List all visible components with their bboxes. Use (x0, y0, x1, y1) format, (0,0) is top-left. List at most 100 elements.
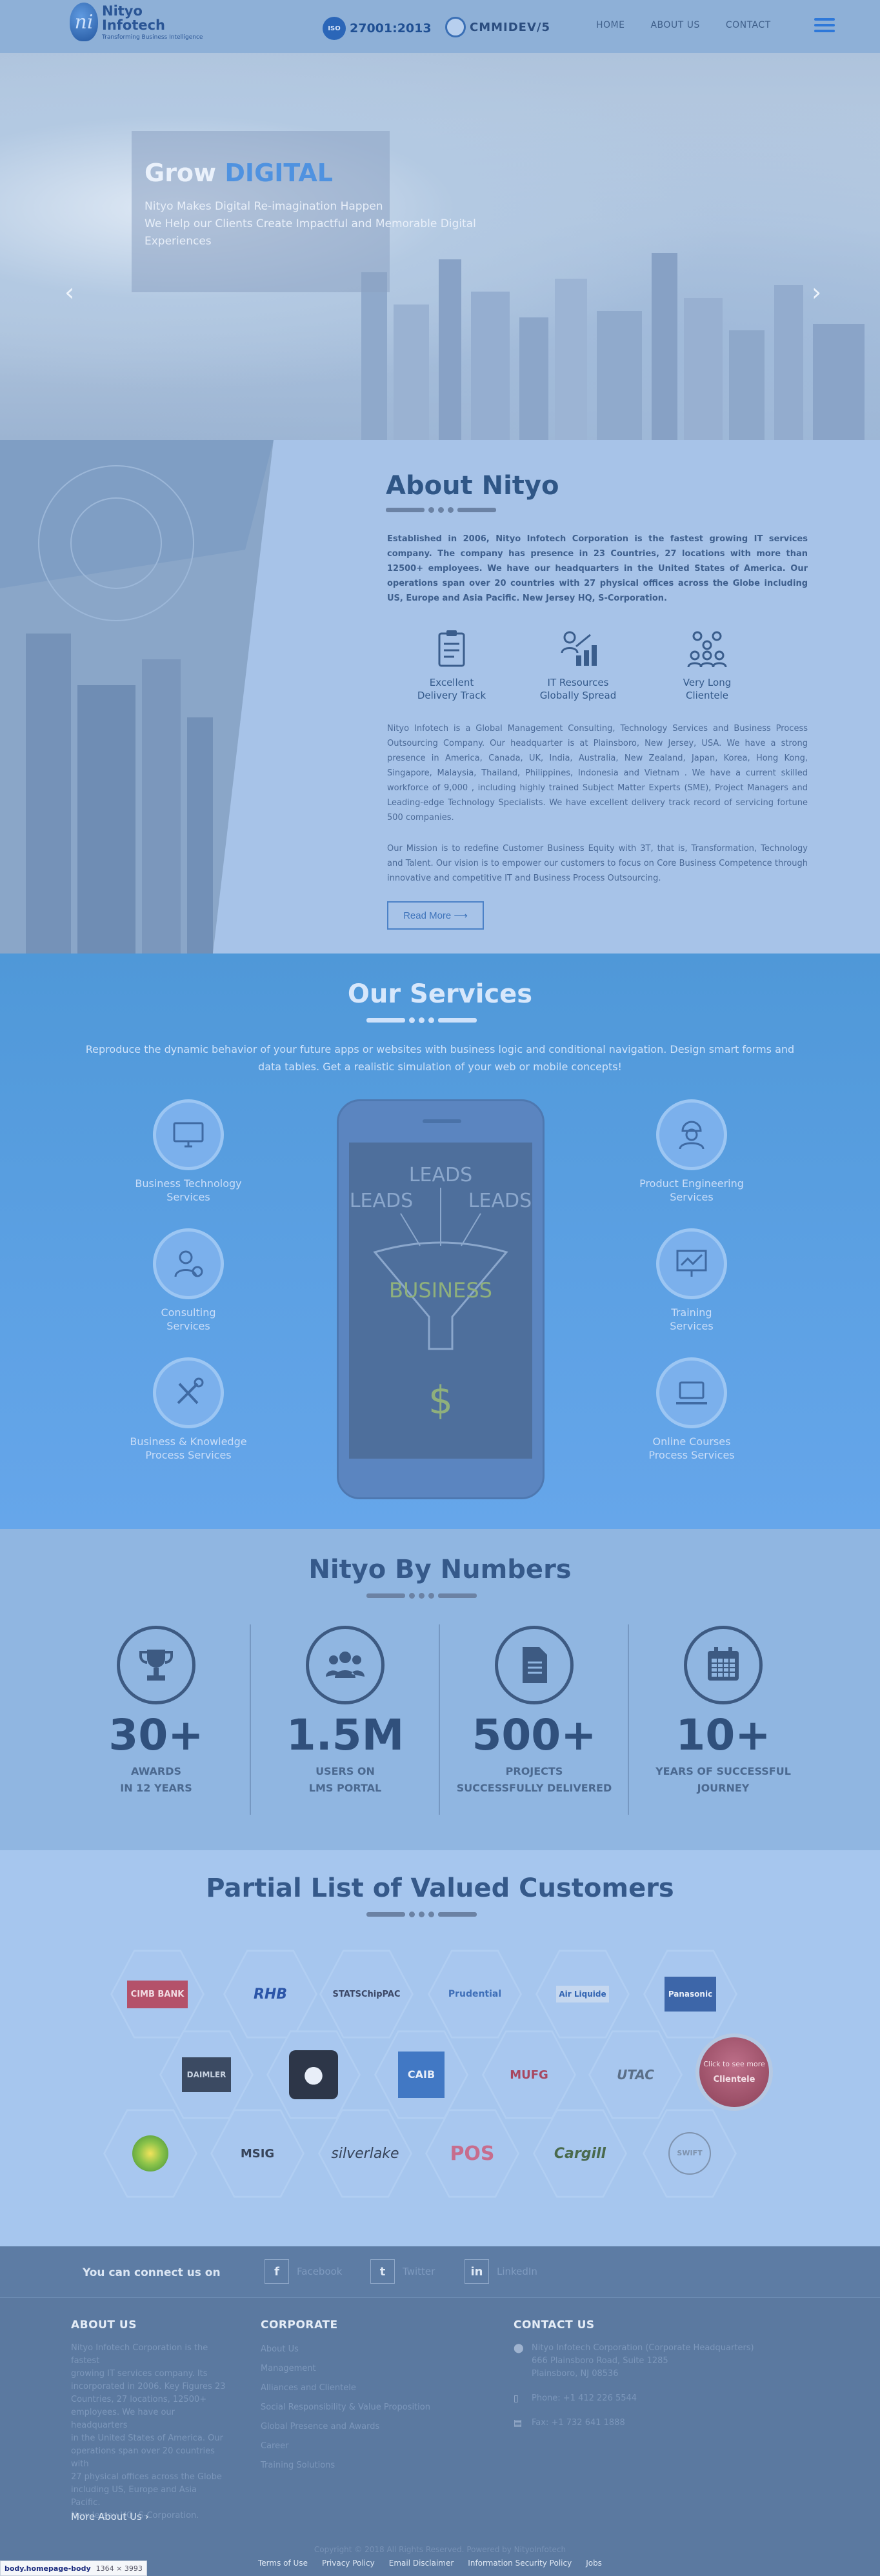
terms-of-use-link[interactable]: Terms of Use (258, 2559, 308, 2568)
footer-link-career[interactable]: Career (261, 2441, 288, 2451)
iso-badge-icon: ISO (323, 17, 346, 40)
slider-prev-arrow-icon[interactable]: ‹ (65, 280, 74, 305)
phone-screen: LEADS LEADS LEADS BUSINESS $ (349, 1143, 532, 1459)
footer-link-about-us[interactable]: About Us (261, 2344, 299, 2354)
business-text: BUSINESS (389, 1278, 492, 1303)
document-icon (495, 1626, 574, 1704)
service-business-knowledge[interactable]: Business & Knowledge Process Services (124, 1357, 253, 1462)
people-group-icon (687, 631, 727, 668)
clipboard-icon (438, 630, 465, 667)
phone-illustration: LEADS LEADS LEADS BUSINESS $ (337, 1099, 545, 1499)
numbers-divider (366, 1593, 477, 1599)
customers-divider (366, 1912, 477, 1917)
footer-phone: ▯ Phone: +1 412 226 5544 (514, 2393, 637, 2404)
services-section: Our Services Reproduce the dynamic behav… (0, 954, 880, 1529)
about-section: About Nityo Established in 2006, Nityo I… (0, 440, 880, 954)
about-divider (386, 507, 496, 513)
numbers-title: Nityo By Numbers (308, 1555, 572, 1584)
stat-users: 1.5M USERS ON LMS PORTAL (252, 1626, 439, 1795)
nityo-logo[interactable]: ni Nityo Infotech Transforming Business … (70, 3, 203, 41)
stat-value: 10+ (675, 1710, 771, 1760)
nav-contact[interactable]: CONTACT (726, 20, 771, 30)
slider-next-arrow-icon[interactable]: › (812, 280, 821, 305)
services-subtitle: Reproduce the dynamic behavior of your f… (85, 1043, 795, 1073)
logo-name-1: Nityo (102, 3, 143, 19)
apple-icon: ● (289, 2050, 338, 2099)
service-business-technology[interactable]: Business Technology Services (124, 1099, 253, 1204)
service-training[interactable]: Training Services (627, 1228, 756, 1333)
feature-it-resources: IT Resources Globally Spread (526, 627, 630, 702)
about-title: About Nityo (386, 471, 559, 501)
growth-chart-icon (561, 631, 597, 666)
logo-mark-icon: ni (70, 3, 98, 41)
stat-value: 500+ (472, 1710, 597, 1760)
nav-about-us[interactable]: ABOUT US (650, 20, 699, 30)
dollar-icon: $ (428, 1378, 453, 1423)
email-disclaimer-link[interactable]: Email Disclaimer (389, 2559, 454, 2568)
cmmi-badge-icon (445, 17, 466, 37)
numbers-section: Nityo By Numbers 30+ AWARDS IN 12 YEARS … (0, 1529, 880, 1850)
presentation-icon (656, 1228, 727, 1299)
footer-about-text: Nityo Infotech Corporation is the fastes… (71, 2343, 226, 2521)
twitter-icon: t (370, 2259, 395, 2284)
iso-text: 27001:2013 (350, 21, 432, 35)
stat-awards: 30+ AWARDS IN 12 YEARS (63, 1626, 250, 1795)
hero-title: Grow DIGITAL (145, 159, 333, 187)
footer-link-training-solutions[interactable]: Training Solutions (261, 2461, 335, 2470)
leads-text-right: LEADS (468, 1190, 532, 1212)
service-online-courses[interactable]: Online Courses Process Services (627, 1357, 756, 1462)
stat-separator (250, 1624, 251, 1815)
bp-helios-icon (132, 2135, 168, 2172)
tools-icon (153, 1357, 224, 1428)
cmmi-certification: CMMIDEV/5 (445, 17, 550, 37)
stat-projects: 500+ PROJECTS SUCCESSFULLY DELIVERED (441, 1626, 628, 1795)
about-description: Nityo Infotech is a Global Management Co… (387, 724, 808, 823)
feature-clientele: Very Long Clientele (655, 627, 759, 702)
read-more-button[interactable]: Read More ⟶ (387, 901, 484, 930)
footer-link-management[interactable]: Management (261, 2364, 316, 2373)
hero-line-3: Experiences (145, 235, 212, 248)
hamburger-menu-icon[interactable] (814, 15, 835, 35)
consultant-icon (153, 1228, 224, 1299)
jobs-link[interactable]: Jobs (586, 2559, 602, 2568)
calendar-icon (684, 1626, 763, 1704)
footer-contact-heading: CONTACT US (514, 2319, 595, 2331)
footer-link-global-presence[interactable]: Global Presence and Awards (261, 2422, 379, 2431)
feature-delivery-track: Excellent Delivery Track (400, 627, 503, 702)
footer-main: ABOUT US Nityo Infotech Corporation is t… (0, 2298, 880, 2576)
see-more-clientele-button[interactable]: Click to see more Clientele (695, 2033, 773, 2111)
devtools-element-badge: body.homepage-body 1364 × 3993 (0, 2561, 147, 2576)
logo-tagline: Transforming Business Intelligence (102, 34, 203, 41)
information-security-policy-link[interactable]: Information Security Policy (468, 2559, 572, 2568)
footer-about-heading: ABOUT US (71, 2319, 137, 2331)
main-nav: HOME ABOUT US CONTACT (596, 20, 771, 30)
copyright-text: Copyright © 2018 All Rights Reserved. Po… (314, 2545, 566, 2554)
privacy-policy-link[interactable]: Privacy Policy (322, 2559, 375, 2568)
linkedin-icon: in (465, 2259, 489, 2284)
linkedin-link[interactable]: in LinkedIn (465, 2259, 537, 2284)
facebook-link[interactable]: f Facebook (265, 2259, 342, 2284)
laptop-icon (656, 1357, 727, 1428)
footer-social-bar: You can connect us on f Facebook t Twitt… (0, 2246, 880, 2298)
connect-text: You can connect us on (83, 2266, 221, 2279)
engineer-icon (656, 1099, 727, 1170)
location-pin-icon: ⬤ (514, 2343, 524, 2353)
stat-value: 30+ (108, 1710, 204, 1760)
leads-text-top: LEADS (409, 1164, 472, 1186)
monitor-icon (153, 1099, 224, 1170)
about-intro: Established in 2006, Nityo Infotech Corp… (387, 534, 808, 603)
services-title: Our Services (347, 979, 533, 1009)
service-consulting[interactable]: Consulting Services (124, 1228, 253, 1333)
footer-link-social-responsibility[interactable]: Social Responsibility & Value Propositio… (261, 2402, 430, 2412)
about-mission: Our Mission is to redefine Customer Busi… (387, 844, 808, 883)
service-product-engineering[interactable]: Product Engineering Services (627, 1099, 756, 1204)
nav-home[interactable]: HOME (596, 20, 625, 30)
hero-line-1: Nityo Makes Digital Re-imagination Happe… (145, 200, 383, 213)
fax-icon: ▤ (514, 2418, 523, 2428)
hero-slider: Grow DIGITAL Nityo Makes Digital Re-imag… (0, 53, 880, 440)
footer-legal-links: Terms of Use Privacy Policy Email Discla… (258, 2559, 602, 2568)
twitter-link[interactable]: t Twitter (370, 2259, 435, 2284)
footer-link-alliances[interactable]: Alliances and Clientele (261, 2383, 356, 2393)
more-about-us-link[interactable]: More About Us › (71, 2511, 149, 2522)
facebook-icon: f (265, 2259, 289, 2284)
